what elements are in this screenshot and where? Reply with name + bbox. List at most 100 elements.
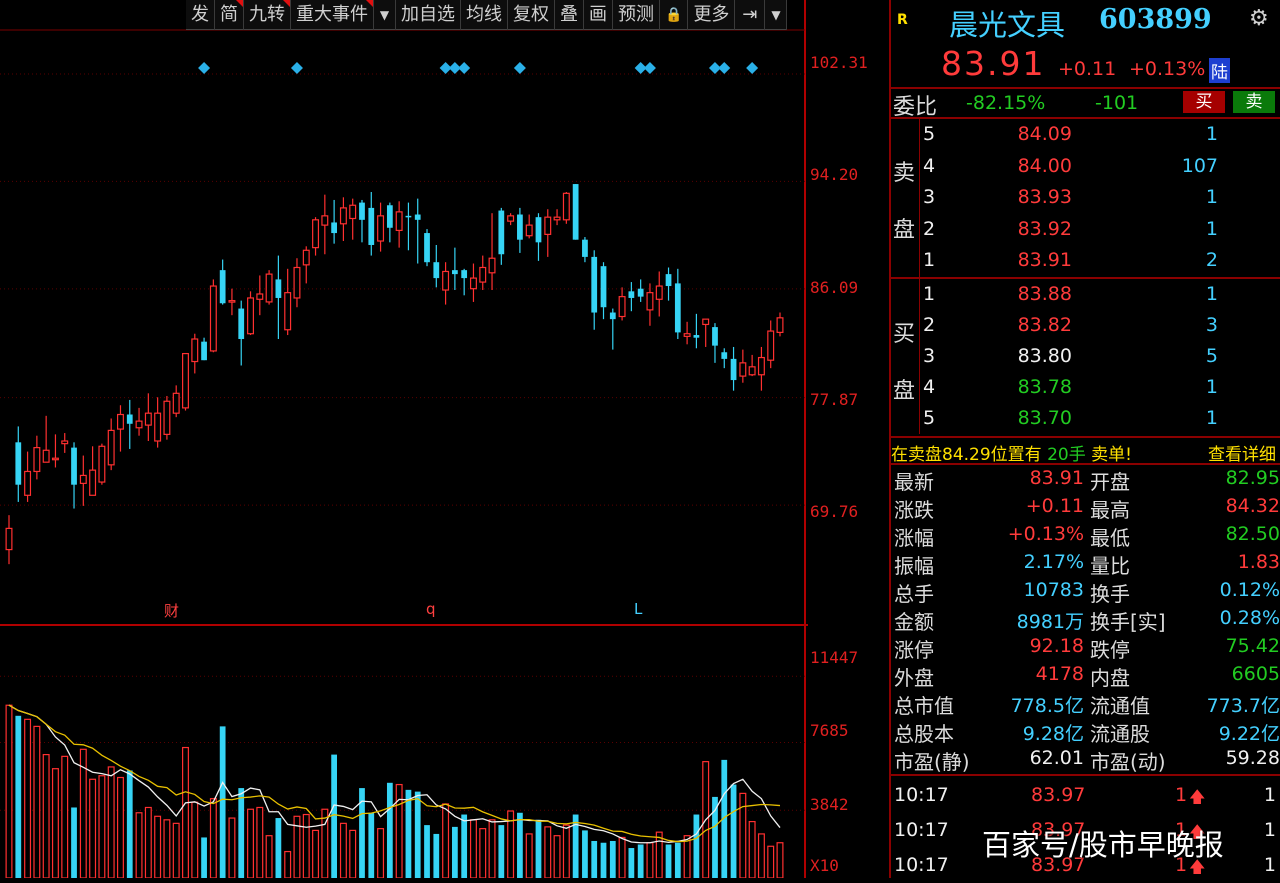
toolbar-fa[interactable]: 发 bbox=[186, 0, 215, 30]
candle-body bbox=[331, 222, 338, 234]
volume-bar bbox=[349, 829, 357, 878]
price-axis-label: 102.31 bbox=[810, 53, 868, 72]
toolbar-add-watchlist[interactable]: 加自选 bbox=[396, 0, 461, 30]
settings-gear-icon[interactable]: ⚙ bbox=[1249, 6, 1269, 31]
toolbar-more[interactable]: 更多 bbox=[688, 0, 736, 30]
toolbar-overlay[interactable]: 叠 bbox=[555, 0, 584, 30]
financial-report-marker[interactable]: 财 bbox=[164, 600, 179, 621]
stat-value: 4178 bbox=[1035, 663, 1084, 685]
price-axis-label: 86.09 bbox=[810, 278, 859, 297]
volume-bar bbox=[275, 818, 282, 878]
ask-row[interactable]: 4 84.00 107 bbox=[891, 151, 1280, 182]
candle-body bbox=[284, 292, 292, 331]
volume-bar bbox=[414, 791, 421, 878]
volume-bar bbox=[618, 836, 626, 878]
candle-body bbox=[312, 219, 320, 249]
volume-bar bbox=[405, 789, 412, 878]
volume-bar bbox=[116, 776, 124, 878]
volume-bar bbox=[517, 812, 523, 878]
volume-bar bbox=[163, 819, 171, 878]
candle-body bbox=[572, 184, 579, 240]
r-flag-badge: R bbox=[897, 12, 908, 28]
event-marker-q[interactable]: q bbox=[426, 600, 436, 618]
view-details-link[interactable]: 查看详细 bbox=[1208, 440, 1276, 465]
candle-body bbox=[600, 266, 607, 308]
stat-value: 92.18 bbox=[1029, 635, 1084, 657]
candle-body bbox=[712, 327, 718, 346]
stat-label: 金额 bbox=[894, 610, 934, 634]
toolbar-moving-average[interactable]: 均线 bbox=[461, 0, 508, 30]
candle-body bbox=[469, 277, 477, 290]
trade-price: 83.97 bbox=[1031, 784, 1086, 806]
volume-bar bbox=[98, 775, 106, 878]
candle-body bbox=[182, 352, 189, 409]
toolbar-events-dropdown-icon[interactable]: ▼ bbox=[374, 0, 396, 30]
sell-button[interactable]: 卖 bbox=[1233, 91, 1275, 113]
volume-multiplier-label: X10 bbox=[810, 856, 839, 875]
event-diamond-icon bbox=[513, 62, 526, 74]
volume-ma10-line bbox=[8, 704, 781, 843]
large-order-notice[interactable]: 在卖盘84.29位置有 20手 卖单! bbox=[891, 440, 1132, 465]
candle-body bbox=[116, 413, 124, 430]
event-marker-l[interactable]: L bbox=[634, 600, 642, 618]
volume-bar bbox=[591, 840, 598, 878]
candle-body bbox=[442, 270, 450, 291]
stat-label: 换手[实] bbox=[1090, 610, 1166, 634]
volume-bar bbox=[386, 782, 393, 878]
volume-bar bbox=[767, 845, 775, 878]
toolbar-more-dropdown-icon[interactable]: ▼ bbox=[765, 0, 788, 30]
stat-value: 82.50 bbox=[1225, 523, 1280, 545]
ask-row[interactable]: 3 83.93 1 bbox=[891, 182, 1280, 213]
volume-bar bbox=[24, 718, 32, 878]
stat-label: 流通值 bbox=[1090, 694, 1150, 718]
quote-panel: R 晨光文具 603899 ⚙ 83.91 +0.11 +0.13% 陆 委比 … bbox=[889, 0, 1280, 878]
flag-marker bbox=[283, 0, 290, 7]
buy-button[interactable]: 买 bbox=[1183, 91, 1225, 113]
bid-row[interactable]: 5 83.70 1 bbox=[891, 403, 1280, 434]
volume-bar bbox=[209, 798, 217, 878]
bid-row[interactable]: 2 83.82 3 bbox=[891, 310, 1280, 341]
ask-row[interactable]: 5 84.09 1 bbox=[891, 119, 1280, 150]
volume-bar bbox=[228, 817, 236, 878]
stat-label: 振幅 bbox=[894, 554, 934, 578]
candle-body bbox=[163, 400, 171, 435]
candle-body bbox=[42, 449, 50, 463]
volume-bar bbox=[284, 850, 292, 878]
stat-label: 内盘 bbox=[1090, 666, 1130, 690]
candle-body bbox=[479, 266, 487, 283]
volume-bar bbox=[154, 815, 162, 878]
bid-row[interactable]: 3 83.80 5 bbox=[891, 341, 1280, 372]
toolbar-major-events[interactable]: 重大事件 bbox=[291, 0, 374, 30]
toolbar-jian[interactable]: 简 bbox=[215, 0, 244, 30]
volume-bar bbox=[730, 784, 737, 878]
bid-row[interactable]: 1 83.88 1 bbox=[891, 279, 1280, 310]
candle-body bbox=[767, 330, 775, 361]
stat-value: 9.28亿 bbox=[1022, 723, 1084, 745]
bid-row[interactable]: 4 83.78 1 bbox=[891, 372, 1280, 403]
kline-chart-area[interactable]: 发 简 九转 重大事件 ▼ 加自选 均线 复权 叠 画 预测 🔒 更多 ⇥ ▼ … bbox=[0, 0, 868, 878]
lock-icon[interactable]: 🔒 bbox=[660, 0, 689, 30]
stat-label: 最高 bbox=[1090, 498, 1130, 522]
kline-svg[interactable] bbox=[0, 0, 808, 878]
candle-body bbox=[154, 412, 162, 442]
candle-body bbox=[191, 338, 199, 363]
toolbar-jiuzhuan[interactable]: 九转 bbox=[244, 0, 291, 30]
volume-bar bbox=[238, 788, 245, 878]
stat-label: 涨跌 bbox=[894, 498, 934, 522]
toolbar-forecast[interactable]: 预测 bbox=[613, 0, 660, 30]
volume-bar bbox=[339, 822, 347, 878]
event-diamond-icon bbox=[718, 62, 731, 74]
chart-toolbar: 发 简 九转 重大事件 ▼ 加自选 均线 复权 叠 画 预测 🔒 更多 ⇥ ▼ bbox=[186, 0, 788, 30]
collapse-panel-icon[interactable]: ⇥ bbox=[735, 0, 766, 30]
candle-body bbox=[646, 292, 654, 311]
stat-label: 涨停 bbox=[894, 638, 934, 662]
stat-row: 市盈(静) 62.01 市盈(动) 59.28 bbox=[891, 746, 1280, 774]
ask-row[interactable]: 2 83.92 1 bbox=[891, 214, 1280, 245]
volume-bar bbox=[525, 833, 533, 878]
toolbar-draw[interactable]: 画 bbox=[584, 0, 613, 30]
toolbar-adjust-rights[interactable]: 复权 bbox=[508, 0, 555, 30]
ask-row[interactable]: 1 83.91 2 bbox=[891, 245, 1280, 276]
candle-body bbox=[582, 239, 588, 257]
volume-bar bbox=[201, 837, 207, 878]
volume-bar bbox=[646, 842, 654, 878]
